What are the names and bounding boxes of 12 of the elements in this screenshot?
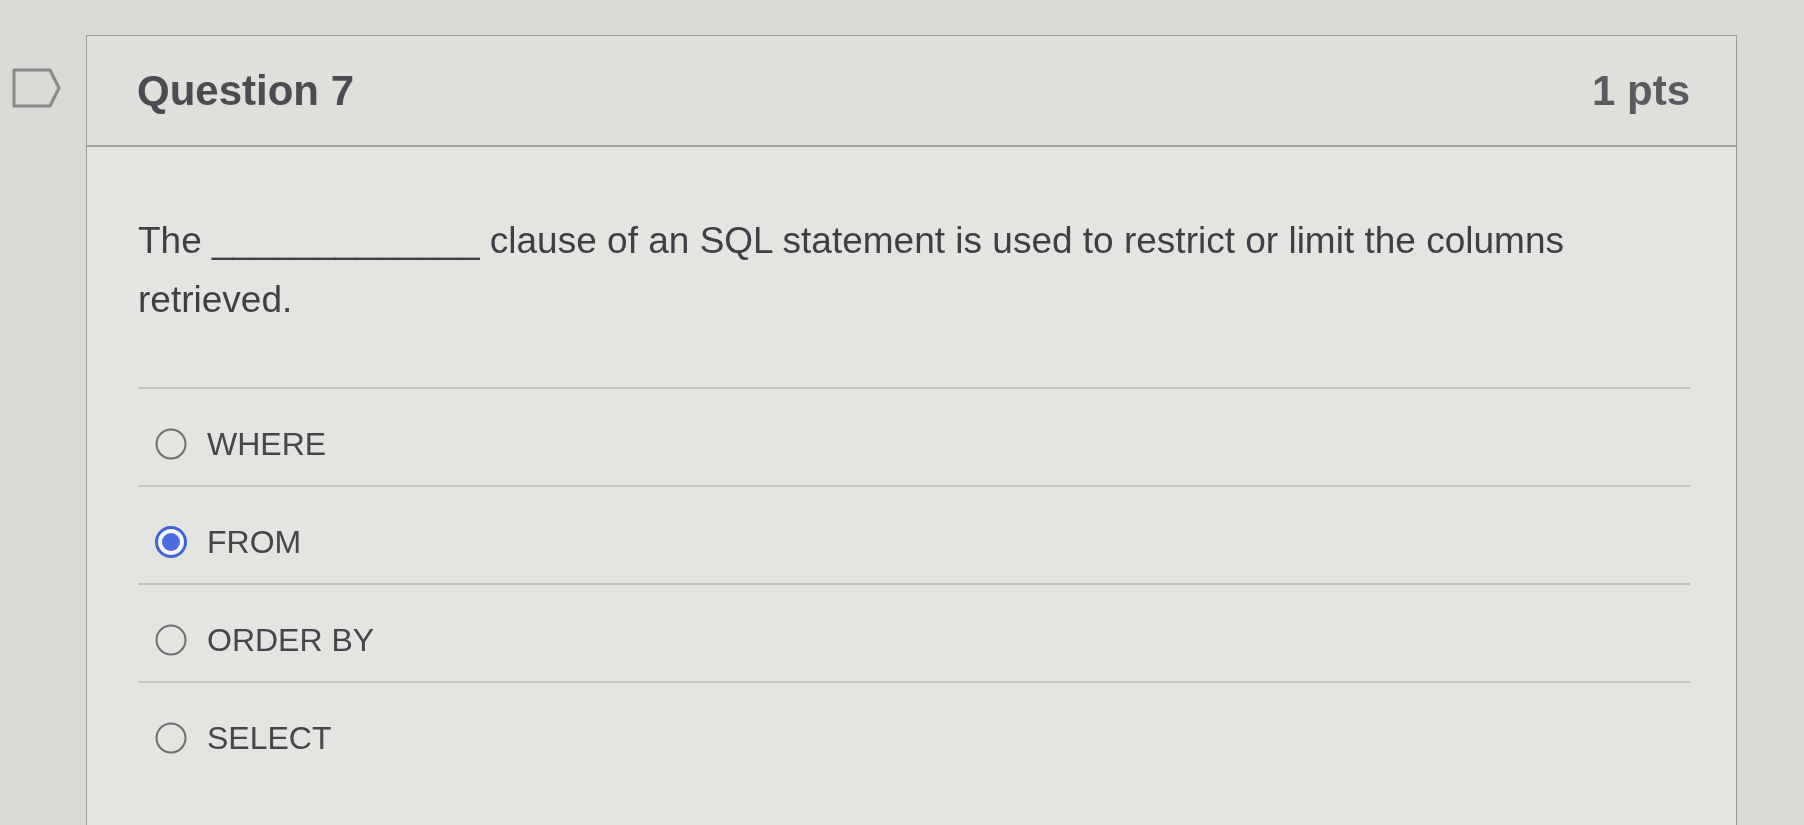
answer-label[interactable]: FROM [207,523,302,561]
radio-button[interactable] [155,526,187,558]
flag-icon[interactable] [12,68,61,108]
answer-label[interactable]: SELECT [207,719,332,757]
radio-button[interactable] [155,428,187,460]
answer-label[interactable]: ORDER BY [207,621,375,659]
radio-button[interactable] [155,722,187,754]
radio-button[interactable] [155,624,187,656]
points-label: 1 pts [1591,66,1690,116]
answer-label[interactable]: WHERE [207,425,327,463]
question-text: The _____________ clause of an SQL statement is used to restrict or limit the columns retrieved. [138,219,1565,322]
question-title: Question 7 [137,66,355,116]
